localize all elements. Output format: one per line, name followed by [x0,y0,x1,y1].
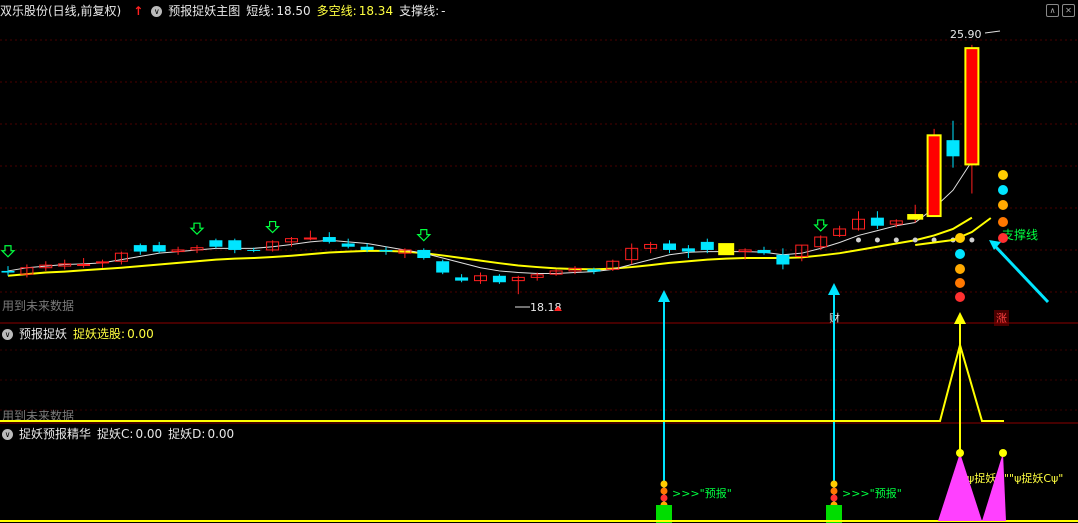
low-marker-icon [554,306,562,311]
candle-body [681,248,695,252]
candle-body [360,246,374,250]
candle-body [436,261,450,273]
support-line [915,217,992,246]
support-dot [912,237,918,243]
high-marker-line [984,30,1001,34]
candle-body [776,254,790,265]
candle-body [757,249,771,254]
candle-body [209,240,223,247]
zhuoyao-peak [938,453,982,521]
yellow-signal-arrow-head [954,312,966,324]
marker-icon [955,233,965,243]
candle-body [152,245,166,252]
big-up-candle [926,134,942,218]
candle-body [247,249,261,251]
candle-body [96,261,109,264]
signal-icon [830,487,838,495]
candle-body [587,269,601,272]
candle-body [1,270,15,273]
pointer-arrow [993,244,1050,304]
marker-icon [998,217,1008,227]
stock-chart[interactable] [0,0,1078,523]
candle-body [341,243,355,247]
signal-arrow-head [658,290,670,302]
zhuoyao-peak [982,453,1006,521]
candle-body [133,245,147,252]
big-up-candle [964,47,980,166]
down-arrow-icon [189,222,205,236]
candle-body [228,240,242,250]
signal-icon [830,494,838,502]
marker-icon [955,278,965,288]
support-dot [893,237,899,243]
signal-icon [660,487,668,495]
support-dot [874,237,880,243]
signal-block [907,214,924,220]
candle-body [379,249,393,252]
signal-arrow-head [828,283,840,295]
marker-icon [998,200,1008,210]
candle-body [303,237,317,240]
candle-body [492,275,506,283]
peak-dot [999,449,1007,457]
ma-short-line [7,160,973,275]
signal-icon [660,494,668,502]
marker-icon [955,249,965,259]
peak-dot [956,449,964,457]
candle-body [455,277,469,281]
candle-body [700,241,714,250]
signal-icon [660,480,668,488]
candle-body [322,237,336,242]
marker-icon [998,185,1008,195]
candle-body [417,249,431,259]
signal-icon [830,480,838,488]
support-dot [969,237,975,243]
down-arrow-icon [0,245,16,258]
down-arrow-icon [416,229,432,242]
candle-body [870,217,884,226]
marker-icon [955,264,965,274]
down-arrow-icon [265,220,281,234]
candle-body [663,243,676,250]
marker-icon [955,292,965,302]
down-arrow-icon [813,219,829,232]
candle-body [946,140,960,157]
marker-icon [998,233,1008,243]
signal-block [718,243,735,256]
candle-body [77,263,91,266]
support-dot [856,237,861,243]
marker-icon [998,170,1008,180]
